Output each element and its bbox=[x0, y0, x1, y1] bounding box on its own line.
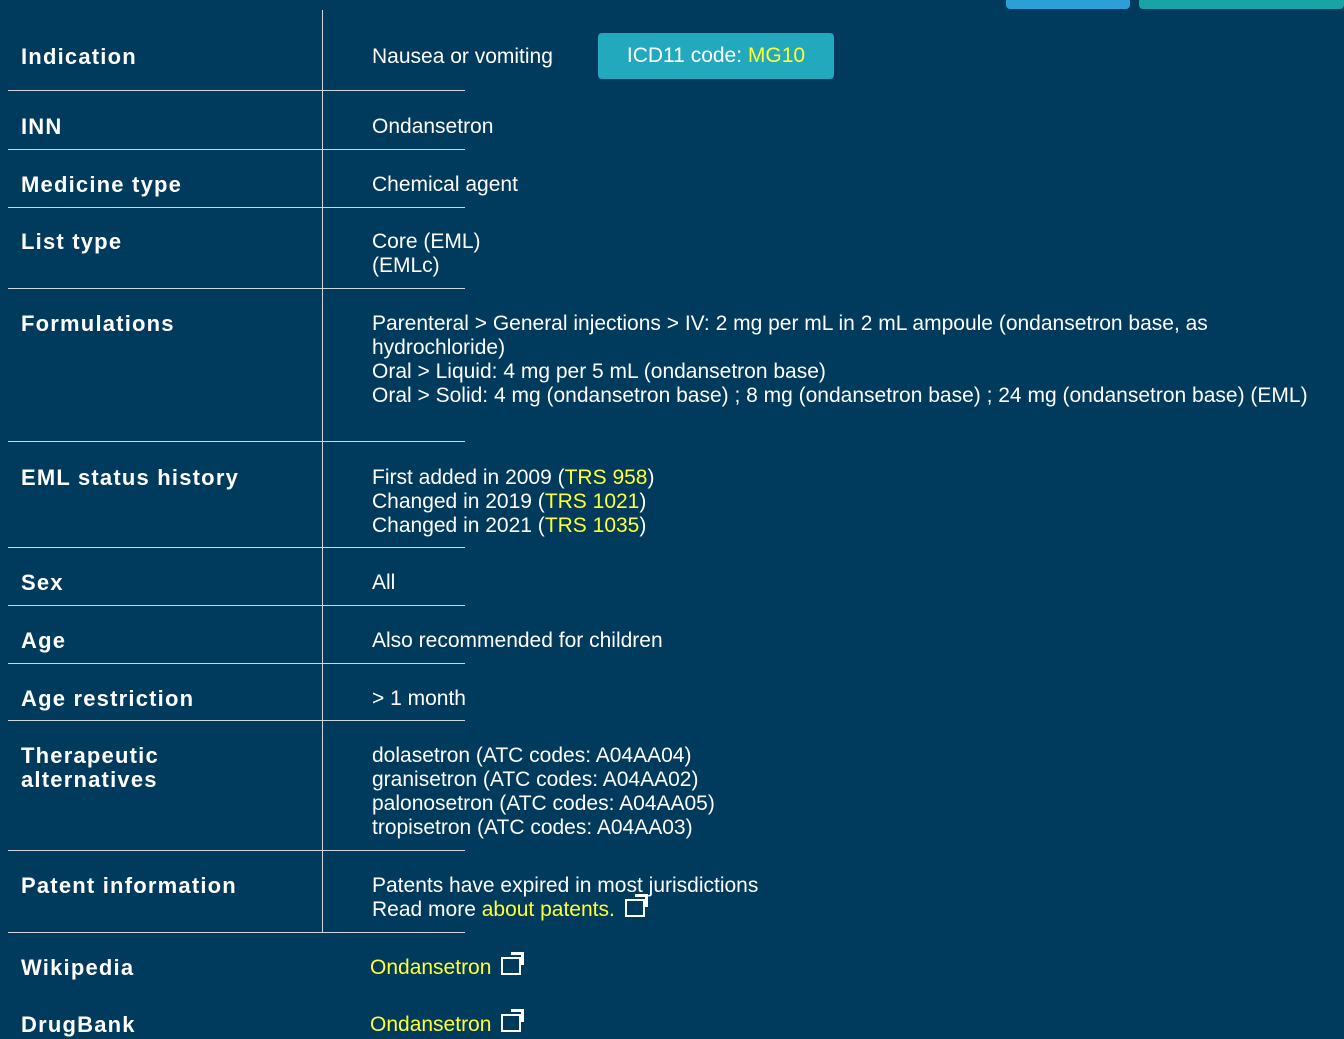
list-type-line: Core (EML) bbox=[372, 230, 481, 253]
trs-link[interactable]: TRS 958 bbox=[565, 466, 648, 489]
alternative-item: granisetron (ATC codes: A04AA02) bbox=[372, 768, 699, 791]
age-value: Also recommended for children bbox=[372, 629, 663, 652]
drugbank-value: Ondansetron bbox=[370, 1009, 525, 1037]
row-divider bbox=[8, 149, 465, 150]
formulation-line: Oral > Liquid: 4 mg per 5 mL (ondansetro… bbox=[372, 360, 826, 383]
therapeutic-alternatives-label: Therapeutic alternatives bbox=[21, 743, 159, 792]
list-type-line: (EMLc) bbox=[372, 254, 440, 277]
wikipedia-label: Wikipedia bbox=[21, 955, 135, 980]
sex-value: All bbox=[372, 571, 396, 594]
formulation-line: Oral > Solid: 4 mg (ondansetron base) ; … bbox=[372, 384, 1308, 407]
medicine-type-value: Chemical agent bbox=[372, 173, 518, 196]
row-divider bbox=[8, 90, 465, 91]
eml-status-value: First added in 2009 (TRS 958) Changed in… bbox=[372, 466, 654, 538]
row-divider bbox=[8, 663, 465, 664]
row-divider bbox=[8, 605, 465, 606]
patent-status: Patents have expired in most jurisdictio… bbox=[372, 874, 759, 897]
patent-label: Patent information bbox=[21, 873, 237, 898]
alternative-item: palonosetron (ATC codes: A04AA05) bbox=[372, 792, 715, 815]
inn-label: INN bbox=[21, 114, 63, 139]
icd-code-link[interactable]: MG10 bbox=[748, 44, 805, 67]
age-label: Age bbox=[21, 628, 67, 653]
drugbank-link[interactable]: Ondansetron bbox=[370, 1013, 491, 1036]
list-type-label: List type bbox=[21, 229, 123, 254]
age-restriction-label: Age restriction bbox=[21, 686, 195, 711]
row-divider bbox=[8, 547, 465, 548]
patent-read-more: Read more about patents. bbox=[372, 894, 758, 922]
trs-link[interactable]: TRS 1035 bbox=[545, 514, 640, 537]
row-divider bbox=[8, 441, 465, 442]
row-divider bbox=[8, 720, 465, 721]
wikipedia-link[interactable]: Ondansetron bbox=[370, 956, 491, 979]
medicine-type-label: Medicine type bbox=[21, 172, 183, 197]
list-type-value: Core (EML) (EMLc) bbox=[372, 230, 481, 278]
formulations-label: Formulations bbox=[21, 311, 175, 336]
external-link-icon bbox=[501, 1009, 525, 1032]
external-link-icon bbox=[624, 894, 648, 917]
external-link-icon bbox=[501, 952, 525, 975]
patent-value: Patents have expired in most jurisdictio… bbox=[372, 874, 758, 922]
about-patents-link[interactable]: about patents. bbox=[482, 898, 615, 921]
inn-value: Ondansetron bbox=[372, 115, 494, 138]
formulation-line: Parenteral > General injections > IV: 2 … bbox=[372, 312, 1208, 359]
drugbank-label: DrugBank bbox=[21, 1012, 136, 1037]
top-button-2[interactable] bbox=[1139, 0, 1344, 9]
formulations-value: Parenteral > General injections > IV: 2 … bbox=[372, 312, 1332, 408]
column-divider bbox=[322, 10, 323, 90]
row-divider bbox=[8, 207, 465, 208]
row-divider bbox=[8, 850, 465, 851]
eml-status-label: EML status history bbox=[21, 465, 240, 490]
trs-link[interactable]: TRS 1021 bbox=[545, 490, 640, 513]
icd-prefix: ICD11 code: bbox=[626, 44, 748, 67]
eml-status-item: First added in 2009 (TRS 958) bbox=[372, 466, 655, 489]
top-button-1[interactable] bbox=[1006, 0, 1130, 9]
wikipedia-value: Ondansetron bbox=[370, 952, 525, 980]
eml-status-item: Changed in 2019 (TRS 1021) bbox=[372, 490, 647, 513]
therapeutic-alternatives-value: dolasetron (ATC codes: A04AA04) graniset… bbox=[372, 744, 715, 840]
eml-status-item: Changed in 2021 (TRS 1035) bbox=[372, 514, 647, 537]
sex-label: Sex bbox=[21, 570, 64, 595]
alternative-item: dolasetron (ATC codes: A04AA04) bbox=[372, 744, 692, 767]
indication-value: Nausea or vomiting bbox=[372, 45, 553, 68]
alternative-item: tropisetron (ATC codes: A04AA03) bbox=[372, 816, 693, 839]
indication-label: Indication bbox=[21, 44, 137, 69]
age-restriction-value: > 1 month bbox=[372, 687, 466, 710]
icd-code-badge: ICD11 code: MG10 bbox=[598, 33, 834, 79]
row-divider bbox=[8, 288, 465, 289]
row-divider bbox=[8, 932, 465, 933]
column-divider bbox=[322, 90, 323, 932]
